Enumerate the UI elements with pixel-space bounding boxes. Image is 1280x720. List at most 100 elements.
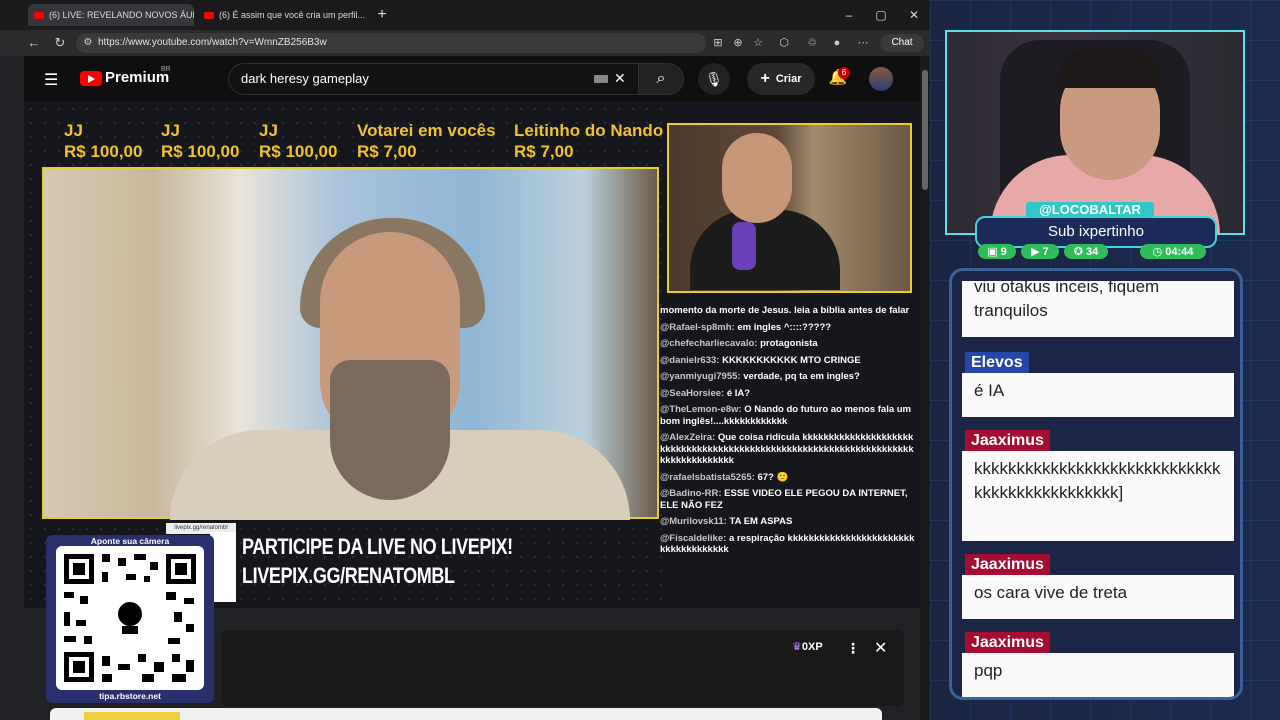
- chat-text: KKKKKKKKKKK MTO CRINGE: [722, 354, 861, 366]
- donation-item: JJ R$ 100,00: [259, 120, 337, 162]
- chat-icon: ▣: [987, 246, 998, 258]
- chat-user: @yanmiyugi7955:: [660, 371, 741, 382]
- chat-user: @Rafael-sp8mh:: [660, 321, 735, 333]
- chat-text: verdade, pq ta em ingles?: [743, 371, 860, 382]
- microphone-icon: 🎙: [705, 71, 723, 87]
- donation-item: JJ R$ 100,00: [161, 120, 239, 162]
- chat-user: @chefecharliecavalo:: [660, 338, 758, 349]
- chat-message: @AlexZeira: Que coisa ridícula kkkkkkkkk…: [660, 432, 915, 467]
- clock-icon: ◷: [1152, 246, 1163, 258]
- keyboard-icon[interactable]: [594, 75, 608, 83]
- xp-value: 0XP: [801, 641, 823, 653]
- chat-username: Jaaximus: [965, 632, 1050, 654]
- chat-message-box: kkkkkkkkkkkkkkkkkkkkkkkkkkkkkkkkkkkkkkkk…: [962, 451, 1234, 541]
- chat-message-box: é IA: [962, 373, 1234, 417]
- voice-search-button[interactable]: 🎙: [698, 63, 730, 95]
- youtube-icon: ▶: [1031, 246, 1040, 258]
- chat-user: @TheLemon-e8w:: [660, 404, 742, 415]
- clear-search-icon[interactable]: ✕: [614, 70, 626, 87]
- favorite-icon[interactable]: ☆: [748, 33, 768, 53]
- youtube-brand[interactable]: Premium: [105, 69, 169, 86]
- stat-value: 7: [1042, 245, 1049, 258]
- stat-youtube: ▶ 7: [1021, 244, 1059, 259]
- chat-text: viu otakus inceis, fiquem tranquilos: [974, 281, 1160, 320]
- chat-message: @rafaelsbatista5265: 67? 🙁: [660, 472, 915, 484]
- donation-item: Leitinho do Nando R$ 7,00: [514, 120, 664, 162]
- profile-avatar-icon[interactable]: ●: [827, 33, 847, 53]
- youtube-favicon-icon: [34, 11, 44, 19]
- minimize-icon[interactable]: –: [840, 6, 858, 24]
- qr-card-footer: tipa.rbstore.net: [99, 691, 161, 701]
- extensions-icon[interactable]: ⬡: [774, 33, 794, 53]
- chat-user: @SeaHorsiee:: [660, 387, 725, 399]
- chat-text: é IA?: [726, 387, 751, 399]
- xp-badge: ♛0XP: [792, 640, 823, 653]
- chat-text: kkkkkkkkkkkkkkkkkkkkkkkkkkkkkkkkkkkkkkkk…: [974, 459, 1221, 502]
- chat-message: @chefecharliecavalo: protagonista: [660, 338, 915, 350]
- create-label: Criar: [775, 73, 802, 85]
- apps-icon[interactable]: ⊞: [708, 33, 728, 53]
- new-tab-icon[interactable]: +: [373, 6, 391, 24]
- url-field[interactable]: https://www.youtube.com/watch?v=WmnZB256…: [76, 33, 706, 53]
- donation-amount: R$ 100,00: [259, 142, 338, 161]
- crown-icon: ♛: [792, 641, 802, 653]
- chat-more-options-icon[interactable]: ⋮: [846, 640, 860, 657]
- search-button[interactable]: ⌕: [638, 63, 684, 95]
- create-button[interactable]: + Criar: [747, 63, 815, 95]
- donation-item: Votarei em vocês R$ 7,00: [357, 120, 496, 162]
- chat-username: Jaaximus: [965, 554, 1050, 576]
- qr-code: [56, 546, 204, 690]
- qr-code-graphic: [64, 554, 196, 682]
- guest-person-beard: [330, 360, 450, 500]
- stat-value: 34: [1085, 245, 1099, 258]
- chat-text: TA EM ASPAS: [729, 516, 793, 527]
- zoom-icon[interactable]: ⊕: [728, 33, 748, 53]
- collections-icon[interactable]: ♲: [802, 33, 822, 53]
- more-menu-icon[interactable]: ⋯: [853, 33, 873, 53]
- site-info-icon[interactable]: ⚙: [78, 33, 98, 53]
- chat-message: @Rafael-sp8mh: em ingles ^::::?????: [660, 322, 915, 334]
- chat-message: momento da morte de Jesus. leia a bíblia…: [660, 305, 915, 317]
- host-microphone: [732, 222, 756, 270]
- chat-message-box: pqp: [962, 653, 1234, 697]
- copilot-chat-button[interactable]: Chat: [880, 34, 924, 52]
- youtube-favicon-icon: [204, 11, 214, 19]
- host-person-face: [722, 133, 792, 223]
- chat-text: em ingles ^::::?????: [737, 321, 832, 333]
- donation-amount: R$ 7,00: [357, 142, 417, 161]
- chat-message: @SeaHorsiee: é IA?: [660, 388, 915, 400]
- streamer-hair: [1058, 48, 1162, 88]
- chat-user: @Fiscaldelike:: [660, 532, 727, 544]
- page-scrollbar-thumb[interactable]: [922, 70, 928, 190]
- hamburger-menu-icon[interactable]: ☰: [44, 70, 58, 90]
- stat-gift: ✪ 34: [1064, 244, 1108, 259]
- reload-icon[interactable]: ↻: [50, 33, 70, 53]
- stat-value: 9: [1000, 245, 1007, 258]
- chat-message-box: os cara vive de treta: [962, 575, 1234, 619]
- back-icon[interactable]: ←: [24, 33, 44, 53]
- side-chat-overlay: viu otakus inceis, fiquem tranquilos Ele…: [949, 268, 1243, 700]
- chat-text: é IA: [974, 381, 1005, 400]
- plus-icon: +: [760, 70, 770, 87]
- maximize-icon[interactable]: ▢: [872, 6, 890, 24]
- livepix-line-1: PARTICIPE DA LIVE NO LIVEPIX!: [242, 534, 513, 559]
- window-close-icon[interactable]: ✕: [905, 6, 923, 24]
- donation-amount: R$ 100,00: [161, 142, 240, 161]
- chat-text: protagonista: [760, 338, 818, 349]
- search-input[interactable]: dark heresy gameplay: [228, 63, 640, 95]
- account-avatar[interactable]: [869, 67, 893, 91]
- gift-icon: ✪: [1073, 246, 1083, 258]
- close-chat-icon[interactable]: ✕: [874, 638, 887, 658]
- stream-chat-overlay: momento da morte de Jesus. leia a bíblia…: [660, 305, 915, 585]
- chat-user: @Murilovsk11:: [660, 516, 727, 527]
- stat-value: 04:44: [1165, 245, 1194, 258]
- tab-live[interactable]: (6) LIVE: REVELANDO NOVOS ÁUD... ✕: [28, 4, 194, 26]
- chat-user: @rafaelsbatista5265:: [660, 471, 755, 483]
- donation-amount: R$ 100,00: [64, 142, 143, 161]
- notification-count-badge: 6: [838, 67, 850, 79]
- youtube-logo-icon[interactable]: [80, 71, 102, 86]
- donor-name: JJ: [259, 121, 278, 140]
- donor-name: JJ: [161, 121, 180, 140]
- chat-message: @Murilovsk11: TA EM ASPAS: [660, 516, 915, 528]
- tab-profile[interactable]: (6) É assim que você cria um perfil... ✕: [198, 4, 366, 26]
